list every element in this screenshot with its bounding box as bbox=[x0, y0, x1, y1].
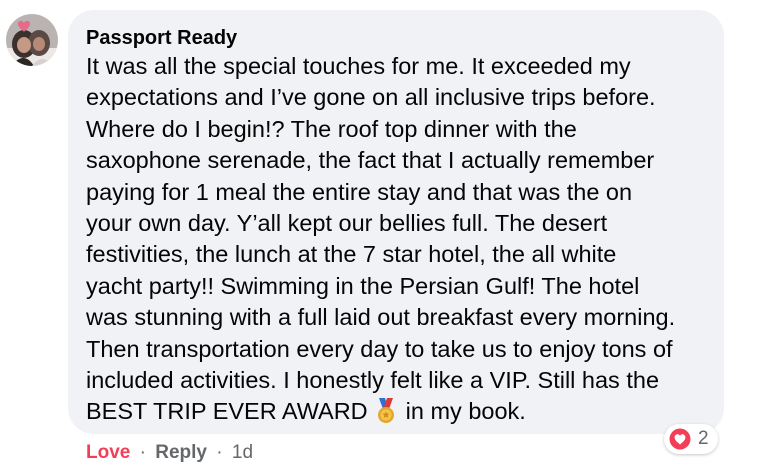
love-button[interactable]: Love bbox=[86, 442, 130, 463]
comment-text-line: It was all the special touches for me. I… bbox=[86, 53, 631, 79]
avatar[interactable] bbox=[6, 14, 58, 66]
heart-reaction-icon bbox=[668, 427, 692, 451]
comment-author[interactable]: Passport Ready bbox=[86, 26, 237, 50]
comment-text-line-last: BEST TRIP EVER AWARD in my book. bbox=[86, 396, 716, 427]
comment-text-line: included activities. I honestly felt lik… bbox=[86, 366, 660, 393]
comment-text-line: paying for 1 meal the entire stay and th… bbox=[86, 178, 633, 205]
comment-text-line: saxophone serenade, the fact that I actu… bbox=[86, 147, 655, 174]
separator: · bbox=[139, 442, 146, 463]
comment-actions: Love · Reply · 1d bbox=[86, 442, 253, 464]
comment-timestamp[interactable]: 1d bbox=[232, 442, 253, 463]
comment: Passport Ready It was all the special to… bbox=[0, 0, 768, 465]
comment-text-line: yacht party!! Swimming in the Persian Gu… bbox=[86, 272, 640, 299]
separator: · bbox=[216, 442, 223, 463]
comment-text-line: Then transportation every day to take us… bbox=[86, 335, 673, 362]
comment-body: It was all the special touches for me. I… bbox=[86, 51, 716, 428]
comment-text-segment: BEST TRIP EVER AWARD bbox=[86, 398, 368, 425]
comment-text-segment: in my book. bbox=[405, 398, 526, 425]
reply-button[interactable]: Reply bbox=[155, 442, 207, 463]
comment-text-line: Where do I begin!? The roof top dinner w… bbox=[86, 115, 577, 142]
reaction-count: 2 bbox=[698, 428, 709, 449]
comment-text-line: was stunning with a full laid out breakf… bbox=[86, 304, 676, 331]
comment-text-line: your own day. Y’all kept our bellies ful… bbox=[86, 209, 608, 236]
comment-text-line: festivities, the lunch at the 7 star hot… bbox=[86, 241, 617, 268]
medal-icon bbox=[376, 398, 396, 432]
reaction-summary[interactable]: 2 bbox=[664, 424, 718, 454]
avatar-image bbox=[6, 14, 58, 66]
comment-text-line: expectations and I’ve gone on all inclus… bbox=[86, 84, 656, 111]
